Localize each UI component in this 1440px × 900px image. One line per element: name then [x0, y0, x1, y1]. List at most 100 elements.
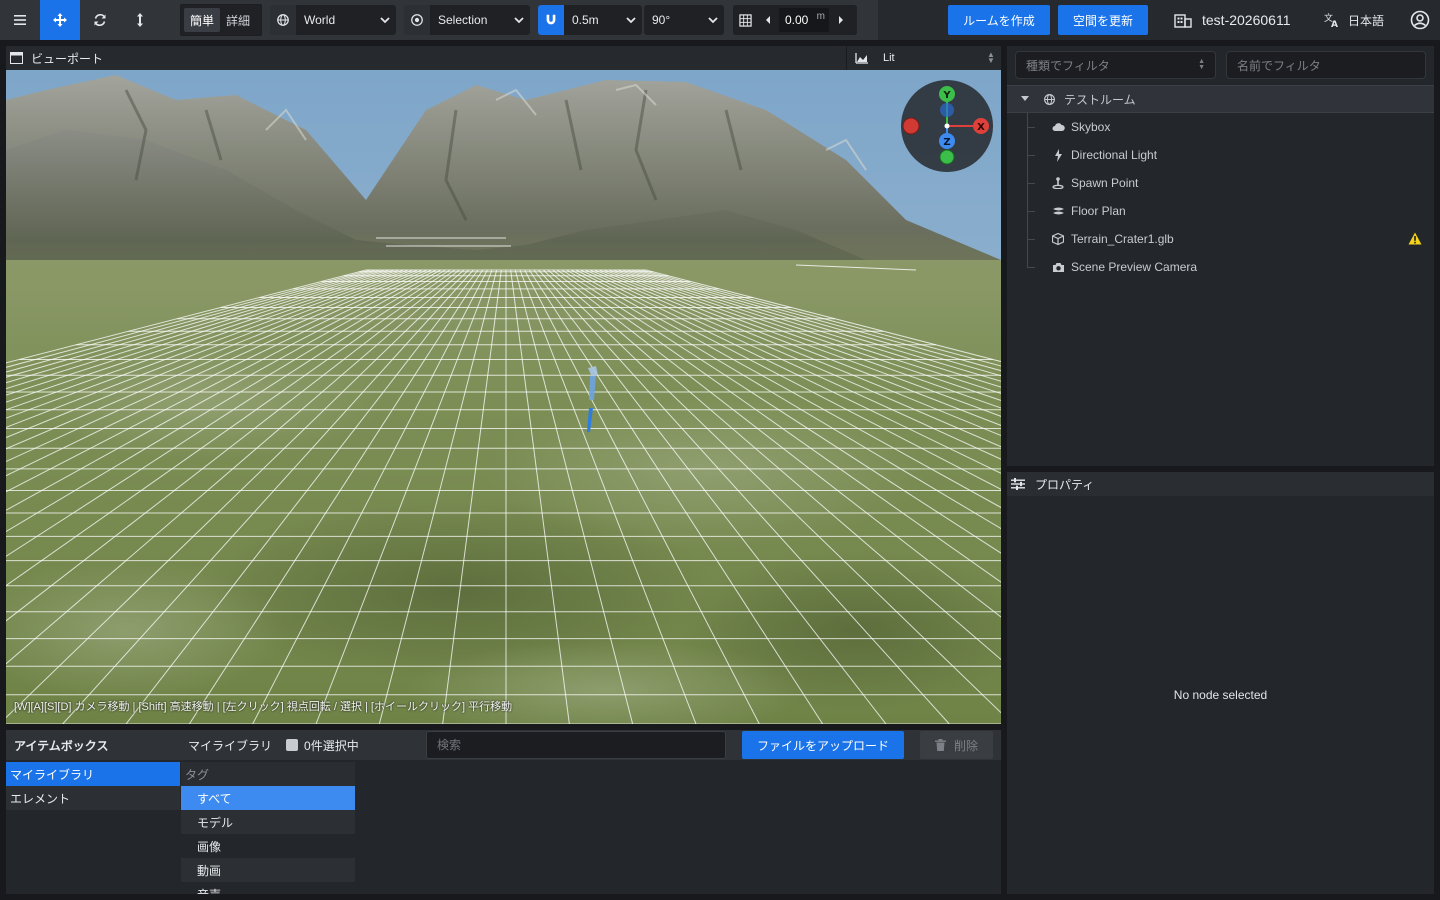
chevron-down-icon — [508, 14, 530, 26]
viewport-title-group: ビューポート — [6, 50, 103, 67]
chevron-down-icon — [374, 14, 396, 26]
top-toolbar: 簡単 詳細 World Selection 0.5m 90° 0.00 m ルーム… — [0, 0, 1440, 40]
terrain-scene — [6, 70, 1001, 724]
grid-decrement-button[interactable] — [757, 5, 779, 35]
grid-value-input[interactable]: 0.00 m — [779, 8, 829, 32]
tree-connector — [1027, 182, 1035, 184]
mode-simple-button[interactable]: 簡単 — [184, 8, 221, 32]
sliders-icon — [1011, 478, 1025, 490]
tree-node-terrain[interactable]: Terrain_Crater1.glb — [1027, 225, 1434, 253]
room-name: テストルーム — [1064, 92, 1136, 107]
language-label: 日本語 — [1348, 13, 1385, 28]
itembox-body: マイライブラリ エレメント タグ すべて モデル 画像 動画 音声 — [6, 760, 1001, 894]
gizmo-x-label: X — [977, 122, 985, 133]
warning-icon[interactable] — [1408, 232, 1422, 245]
chevron-down-icon — [620, 14, 642, 26]
snap-rotate-value: 90° — [652, 13, 671, 27]
grid-unit: m — [816, 11, 825, 22]
update-space-button[interactable]: 空間を更新 — [1058, 5, 1148, 35]
account-icon[interactable] — [1410, 10, 1430, 30]
move-tool-button[interactable] — [40, 0, 80, 40]
upload-file-button[interactable]: ファイルをアップロード — [742, 731, 904, 759]
tag-item[interactable]: モデル — [181, 810, 355, 834]
viewport-title: ビューポート — [31, 51, 104, 66]
trash-icon — [934, 739, 946, 751]
itembox-header: アイテムボックス マイライブラリ 0件選択中 ファイルをアップロード 削除 — [6, 730, 1001, 760]
tag-item[interactable]: すべて — [181, 786, 355, 810]
properties-title: プロパティ — [1035, 477, 1095, 492]
up-down-icon: ▲ ▼ — [1198, 58, 1205, 71]
grid-increment-button[interactable] — [829, 5, 853, 35]
name-filter-input[interactable]: 名前でフィルタ — [1226, 51, 1426, 79]
tag-item[interactable]: 動画 — [181, 858, 355, 882]
magnet-icon — [538, 5, 564, 35]
tree-connector — [1027, 238, 1035, 240]
tag-item[interactable]: 画像 — [181, 834, 355, 858]
node-label: Scene Preview Camera — [1071, 260, 1198, 274]
category-item[interactable]: エレメント — [6, 786, 180, 810]
tree-node-spawn-point[interactable]: Spawn Point — [1027, 169, 1434, 197]
properties-panel: No node selected — [1007, 496, 1434, 894]
scene-outliner: 種類でフィルタ ▲ ▼ 名前でフィルタ テストルーム Skybox Directi… — [1007, 46, 1434, 466]
hamburger-icon — [14, 15, 26, 25]
tag-header: タグ — [181, 762, 355, 786]
project-name: test-20260611 — [1202, 12, 1291, 28]
target-icon — [404, 5, 430, 35]
up-down-icon: ▲ ▼ — [987, 50, 995, 65]
grid-stepper: 0.00 m — [733, 5, 857, 35]
axis-gizmo[interactable]: Y X Z — [899, 78, 995, 174]
node-label: Terrain_Crater1.glb — [1071, 232, 1174, 246]
camera-icon — [1051, 260, 1065, 274]
viewport-header: ビューポート Lit ▲ ▼ — [6, 46, 1001, 70]
tag-item[interactable]: 音声 — [181, 882, 355, 895]
language-selector[interactable]: 文A 日本語 — [1324, 0, 1384, 40]
no-selection-message: No node selected — [1173, 688, 1268, 702]
gizmo-z-label: Z — [943, 137, 950, 148]
3d-viewport[interactable]: Y X Z [W][A][S][D] カメラ移動 | [Shift] 高速移動 … — [6, 70, 1001, 724]
node-label: Skybox — [1071, 120, 1111, 134]
node-label: Directional Light — [1071, 148, 1158, 162]
scale-tool-button[interactable] — [120, 0, 160, 40]
pivot-value: Selection — [438, 13, 488, 27]
tree-node-floor-plan[interactable]: Floor Plan — [1027, 197, 1434, 225]
menu-button[interactable] — [0, 0, 40, 40]
window-icon — [10, 52, 23, 64]
space-dropdown[interactable]: World — [270, 5, 396, 35]
properties-header: プロパティ — [1007, 472, 1434, 496]
translate-icon: 文A — [1324, 12, 1338, 28]
create-room-button[interactable]: ルームを作成 — [948, 5, 1050, 35]
shading-value: Lit — [883, 52, 895, 64]
svg-text:A: A — [1331, 20, 1338, 28]
spawn-icon — [1051, 176, 1065, 190]
viewport-controls-hint: [W][A][S][D] カメラ移動 | [Shift] 高速移動 | [左クリ… — [14, 701, 513, 713]
library-search-input[interactable] — [426, 731, 726, 759]
shading-selector[interactable]: Lit ▲ ▼ — [846, 46, 1001, 70]
globe-icon — [1044, 93, 1055, 105]
tree-node-directional-light[interactable]: Directional Light — [1027, 141, 1434, 169]
layers-icon — [1051, 204, 1065, 218]
building-icon — [1174, 14, 1192, 28]
chevron-down-icon — [702, 14, 724, 26]
select-all-checkbox[interactable] — [286, 739, 299, 751]
gizmo-y-label: Y — [942, 90, 951, 101]
category-item[interactable]: マイライブラリ — [6, 762, 180, 786]
itembox-title: アイテムボックス — [14, 738, 109, 753]
bolt-icon — [1051, 148, 1065, 162]
tree-node-scene-preview-camera[interactable]: Scene Preview Camera — [1027, 253, 1434, 281]
snap-move-dropdown[interactable]: 0.5m — [538, 5, 642, 35]
delete-button[interactable]: 削除 — [920, 731, 993, 759]
pivot-dropdown[interactable]: Selection — [404, 5, 530, 35]
rotate-icon — [94, 13, 106, 27]
itembox-subheader: マイライブラリ 0件選択中 — [180, 737, 359, 754]
select-all-control[interactable]: 0件選択中 — [286, 737, 359, 754]
tree-node-skybox[interactable]: Skybox — [1027, 113, 1434, 141]
snap-rotate-dropdown[interactable]: 90° — [644, 5, 724, 35]
tree-root-room[interactable]: テストルーム — [1007, 85, 1434, 113]
mode-toggle: 簡単 詳細 — [180, 4, 262, 36]
rotate-tool-button[interactable] — [80, 0, 120, 40]
snap-move-value: 0.5m — [572, 13, 599, 27]
globe-icon — [270, 5, 296, 35]
mode-detail-button[interactable]: 詳細 — [220, 8, 256, 32]
tree-connector — [1027, 154, 1035, 156]
type-filter-select[interactable]: 種類でフィルタ ▲ ▼ — [1015, 51, 1216, 79]
